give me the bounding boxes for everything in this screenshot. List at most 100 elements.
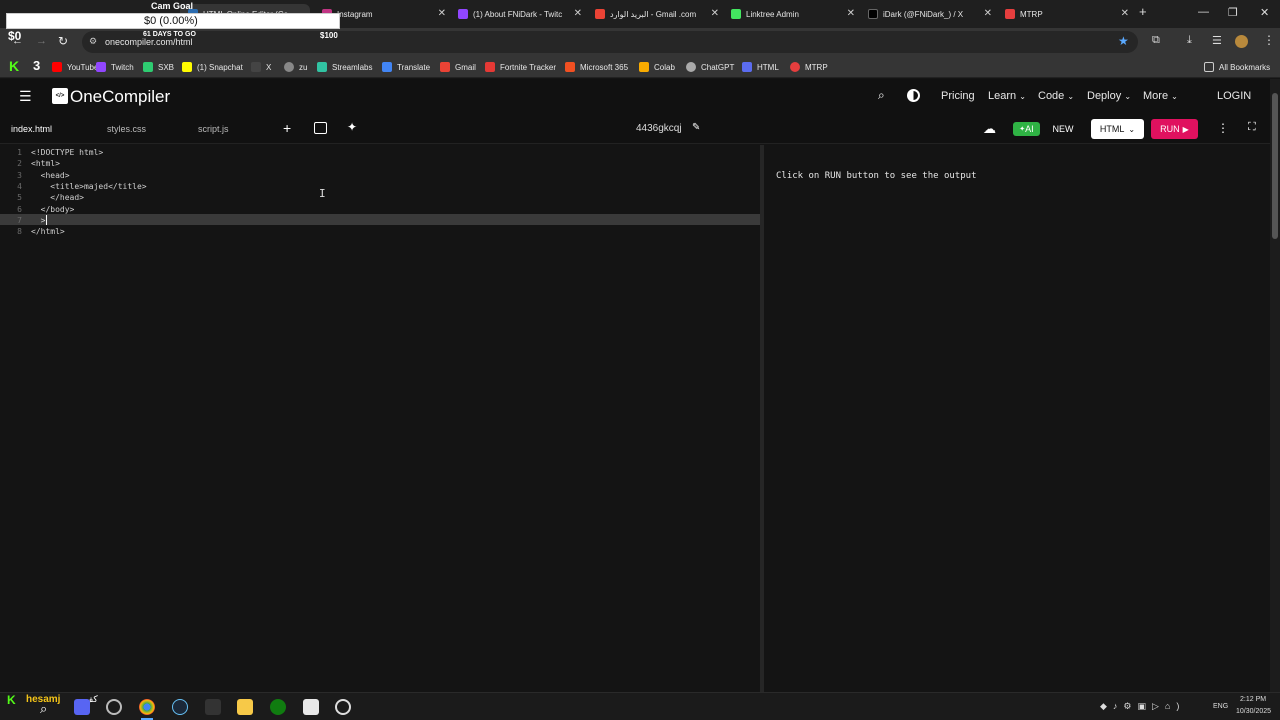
mouse-ibeam-cursor: I xyxy=(319,187,326,200)
close-tab-icon[interactable]: ✕ xyxy=(438,8,446,19)
bookmark-youtube[interactable]: YouTube xyxy=(52,60,98,74)
tray-icons[interactable]: ◆♪⚙▣▷⌂) xyxy=(1100,701,1185,712)
browser-tab-twitch[interactable]: (1) About FNiDark - Twitc ✕ xyxy=(458,4,582,24)
hamburger-menu-icon[interactable]: ☰ xyxy=(19,88,32,105)
download-icon[interactable]: ⤓ xyxy=(1187,34,1192,47)
bookmark-mtrp[interactable]: MTRP xyxy=(790,60,828,74)
xbox-icon[interactable] xyxy=(270,699,286,715)
fullscreen-icon[interactable]: ⛶ xyxy=(1248,121,1256,134)
chatgpt-icon xyxy=(686,62,696,72)
store-icon[interactable] xyxy=(303,699,319,715)
close-window-button[interactable]: ✕ xyxy=(1260,6,1269,19)
nav-deploy[interactable]: Deploy ⌄ xyxy=(1087,90,1131,102)
file-explorer-icon[interactable] xyxy=(237,699,253,715)
upload-image-icon[interactable] xyxy=(314,122,327,134)
browser-tab-x[interactable]: iDark (@FNiDark_) / X ✕ xyxy=(868,4,992,24)
close-tab-icon[interactable]: ✕ xyxy=(1121,8,1129,19)
close-tab-icon[interactable]: ✕ xyxy=(847,8,855,19)
line-number: 6 xyxy=(17,205,22,214)
bookmark-html[interactable]: HTML xyxy=(742,60,779,74)
ai-button[interactable]: ✦ AI xyxy=(1013,122,1040,136)
save-cloud-icon[interactable]: ☁ xyxy=(983,121,996,137)
bookmark-colab[interactable]: Colab xyxy=(639,60,675,74)
discord-icon[interactable] xyxy=(74,699,90,715)
nav-code[interactable]: Code ⌄ xyxy=(1038,90,1074,102)
close-tab-icon[interactable]: ✕ xyxy=(711,8,719,19)
all-bookmarks-button[interactable]: All Bookmarks xyxy=(1204,60,1270,74)
app-logo-text[interactable]: OneCompiler xyxy=(70,87,170,107)
bookmark-sxb[interactable]: SXB xyxy=(143,60,174,74)
file-tab-script-js[interactable]: script.js xyxy=(198,124,229,134)
code-editor[interactable]: 1 2 3 4 5 6 7 8 <!DOCTYPE html> <html> <… xyxy=(0,145,760,692)
close-tab-icon[interactable]: ✕ xyxy=(574,8,582,19)
new-button[interactable]: NEW xyxy=(1049,122,1077,136)
mtrp-favicon xyxy=(1005,9,1015,19)
x-icon xyxy=(251,62,261,72)
line-number: 1 xyxy=(17,148,22,157)
language-indicator[interactable]: ENG xyxy=(1213,703,1228,710)
line-number: 7 xyxy=(17,216,22,225)
language-select[interactable]: HTML ⌄ xyxy=(1091,119,1144,139)
clock-app-icon[interactable] xyxy=(106,699,122,715)
search-icon[interactable]: ⌕ xyxy=(40,701,47,717)
bookmark-fortnite-tracker[interactable]: Fortnite Tracker xyxy=(485,60,556,74)
more-options-icon[interactable]: ⋮ xyxy=(1217,121,1229,135)
page-scrollbar[interactable] xyxy=(1270,79,1280,692)
bookmark-chatgpt[interactable]: ChatGPT xyxy=(686,60,734,74)
media-icon[interactable]: ☰ xyxy=(1212,34,1222,47)
streamlabs-icon xyxy=(317,62,327,72)
login-button[interactable]: LOGIN xyxy=(1217,90,1251,102)
html-icon xyxy=(742,62,752,72)
bookmark-microsoft-365[interactable]: Microsoft 365 xyxy=(565,60,628,74)
chrome-icon[interactable] xyxy=(139,699,155,715)
profile-avatar[interactable] xyxy=(1235,35,1248,48)
steam-icon[interactable] xyxy=(172,699,188,715)
epic-games-icon[interactable] xyxy=(205,699,221,715)
bookmark-star-icon[interactable]: ★ xyxy=(1118,34,1129,48)
browser-tab-mtrp[interactable]: MTRP ✕ xyxy=(1005,4,1129,24)
file-tab-styles-css[interactable]: styles.css xyxy=(107,124,146,134)
globe-icon xyxy=(284,62,294,72)
browser-menu-icon[interactable]: ⋮ xyxy=(1263,33,1275,47)
bookmark-snapchat[interactable]: (1) Snapchat xyxy=(182,60,243,74)
theme-toggle-icon[interactable] xyxy=(907,89,920,102)
code-line: <head> xyxy=(31,171,70,180)
bookmark-zu[interactable]: zu xyxy=(284,60,307,74)
bookmark-twitch[interactable]: Twitch xyxy=(96,60,134,74)
nav-more[interactable]: More ⌄ xyxy=(1143,90,1178,102)
magic-wand-icon[interactable]: ✦ xyxy=(347,120,357,134)
nav-pricing[interactable]: Pricing xyxy=(941,90,975,102)
youtube-icon xyxy=(52,62,62,72)
bookmark-translate[interactable]: Translate xyxy=(382,60,430,74)
nav-learn[interactable]: Learn ⌄ xyxy=(988,90,1026,102)
browser-tab-linktree[interactable]: Linktree Admin ✕ xyxy=(731,4,855,24)
new-tab-button[interactable]: + xyxy=(1139,4,1147,19)
active-line-highlight xyxy=(0,214,760,225)
file-tab-index-html[interactable]: index.html xyxy=(11,124,52,134)
search-icon[interactable]: ⌕ xyxy=(878,88,885,103)
minimize-button[interactable]: — xyxy=(1198,6,1209,18)
extensions-icon[interactable]: ⧉ xyxy=(1152,34,1160,47)
k-logo-icon: K xyxy=(9,58,20,74)
clock-time[interactable]: 2:12 PM xyxy=(1240,696,1266,703)
sync-app-icon[interactable] xyxy=(335,699,351,715)
code-line: > xyxy=(31,216,46,225)
code-line: </head> xyxy=(31,193,84,202)
code-line: <!DOCTYPE html> xyxy=(31,148,104,157)
run-button[interactable]: RUN ▶ xyxy=(1151,119,1198,139)
close-tab-icon[interactable]: ✕ xyxy=(984,8,992,19)
colab-icon xyxy=(639,62,649,72)
restore-button[interactable]: ❐ xyxy=(1228,6,1238,19)
windows-taskbar: K hesamj كف ⌕ ◆♪⚙▣▷⌂) ENG 2:12 PM 10/30/… xyxy=(0,692,1280,720)
bookmark-streamlabs[interactable]: Streamlabs xyxy=(317,60,372,74)
scrollbar-thumb[interactable] xyxy=(1272,93,1278,239)
code-line: <title>majed</title> xyxy=(31,182,147,191)
add-file-icon[interactable]: + xyxy=(283,120,291,136)
bookmark-gmail[interactable]: Gmail xyxy=(440,60,476,74)
cam-goal-target: $100 xyxy=(320,31,338,40)
edit-pencil-icon[interactable]: ✎ xyxy=(692,122,700,133)
browser-tab-gmail[interactable]: البريد الوارد - Gmail .com ✕ xyxy=(595,4,719,24)
bookmark-x[interactable]: X xyxy=(251,60,271,74)
clock-date[interactable]: 10/30/2025 xyxy=(1236,708,1271,715)
bookmarks-bar: K 3 YouTube Twitch SXB (1) Snapchat X zu… xyxy=(0,56,1280,78)
